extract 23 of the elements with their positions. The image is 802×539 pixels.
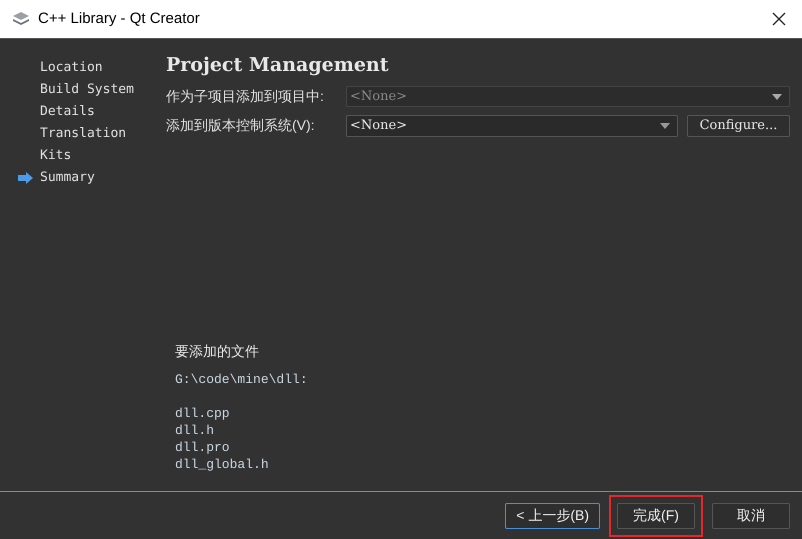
step-label: Details (40, 103, 95, 122)
window-title: C++ Library - Qt Creator (38, 8, 200, 29)
step-label: Summary (40, 169, 95, 188)
file-name: dll.pro (175, 439, 231, 456)
combo-box[interactable]: <None> (346, 114, 678, 136)
folder-path: G:\code\mine\dll: (175, 371, 309, 388)
step-label: Location (40, 59, 103, 78)
close-icon[interactable] (772, 12, 786, 26)
step-label: Build System (40, 81, 134, 100)
field-label: 添加到版本控制系统(V): (166, 116, 316, 135)
file-name: dll.cpp (175, 405, 231, 422)
step-label: Kits (40, 147, 72, 166)
app-icon (12, 11, 30, 27)
configure-button[interactable]: Configure... (687, 114, 790, 136)
page-title: Project Management (166, 53, 390, 78)
file-name: dll_global.h (175, 456, 270, 473)
dialog-button[interactable]: 取消 (712, 502, 790, 528)
field-label: 作为子项目添加到项目中: (166, 87, 325, 106)
dialog-button[interactable]: 完成(F) (617, 502, 695, 528)
step-label: Translation (40, 125, 126, 144)
dialog-button[interactable]: < 上一步(B) (505, 502, 600, 528)
file-name: dll.h (175, 422, 216, 439)
files-heading: 要添加的文件 (175, 342, 260, 361)
